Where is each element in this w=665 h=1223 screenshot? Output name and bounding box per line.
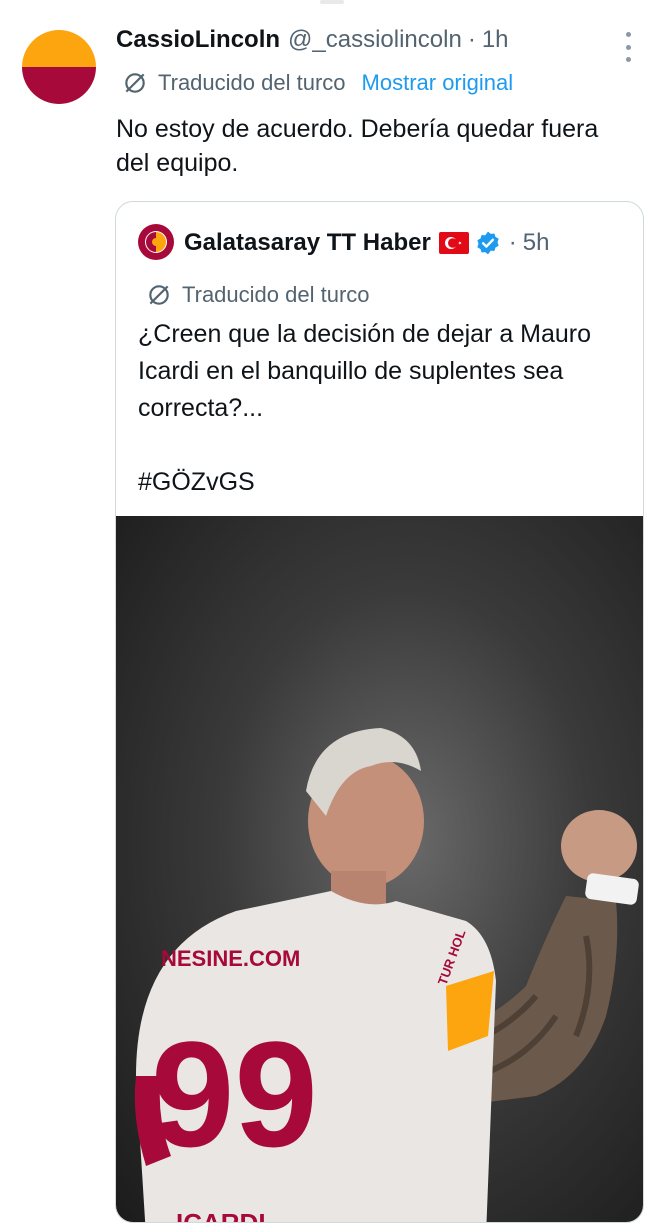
display-name[interactable]: CassioLincoln	[116, 26, 280, 54]
quote-hashtag[interactable]: #GÖZvGS	[138, 464, 255, 501]
quote-translated-label: Traducido del turco	[182, 282, 370, 307]
quote-media-image[interactable]: NESINE.COM 99 ICARDI TUR HOL	[116, 516, 643, 1223]
separator-dot: ·	[467, 26, 476, 53]
translate-icon	[149, 285, 169, 305]
quote-text: ¿Creen que la decisión de dejar a Mauro …	[138, 320, 592, 422]
more-vertical-icon[interactable]	[620, 32, 636, 62]
turkey-flag-icon	[438, 232, 469, 254]
quote-display-name[interactable]: Galatasaray TT Haber	[184, 229, 431, 257]
drag-handle	[0, 0, 665, 6]
quote-avatar[interactable]	[138, 224, 174, 260]
handle[interactable]: @_cassiolincoln	[288, 26, 462, 54]
tweet-text: No estoy de acuerdo. Debería quedar fuer…	[116, 115, 599, 177]
avatar[interactable]	[22, 30, 96, 104]
tweet[interactable]: CassioLincoln @_cassiolincoln · 1h Tradu…	[0, 0, 665, 1223]
quote-translation-row: Traducido del turco	[146, 280, 370, 310]
show-original-link[interactable]: Mostrar original	[362, 70, 514, 96]
quote-separator-dot: ·	[508, 229, 517, 256]
player-photo: NESINE.COM 99 ICARDI TUR HOL	[134, 728, 639, 1223]
sponsor-text: NESINE.COM	[161, 946, 300, 971]
translation-row: Traducido del turco Mostrar original	[122, 68, 513, 98]
shirt-name: ICARDI	[176, 1208, 266, 1223]
translate-icon	[125, 73, 145, 93]
tweet-header: CassioLincoln @_cassiolincoln · 1h	[116, 26, 509, 58]
verified-badge-icon[interactable]	[475, 230, 501, 256]
quoted-tweet[interactable]: Galatasaray TT Haber · 5h Traducido del …	[115, 201, 644, 1223]
quote-timestamp[interactable]: 5h	[523, 229, 550, 257]
translated-label: Traducido del turco	[158, 70, 346, 95]
quote-header: Galatasaray TT Haber · 5h	[184, 226, 550, 260]
shirt-number: 99	[151, 1010, 318, 1178]
galatasaray-logo-icon	[139, 225, 173, 259]
timestamp[interactable]: 1h	[482, 26, 509, 54]
